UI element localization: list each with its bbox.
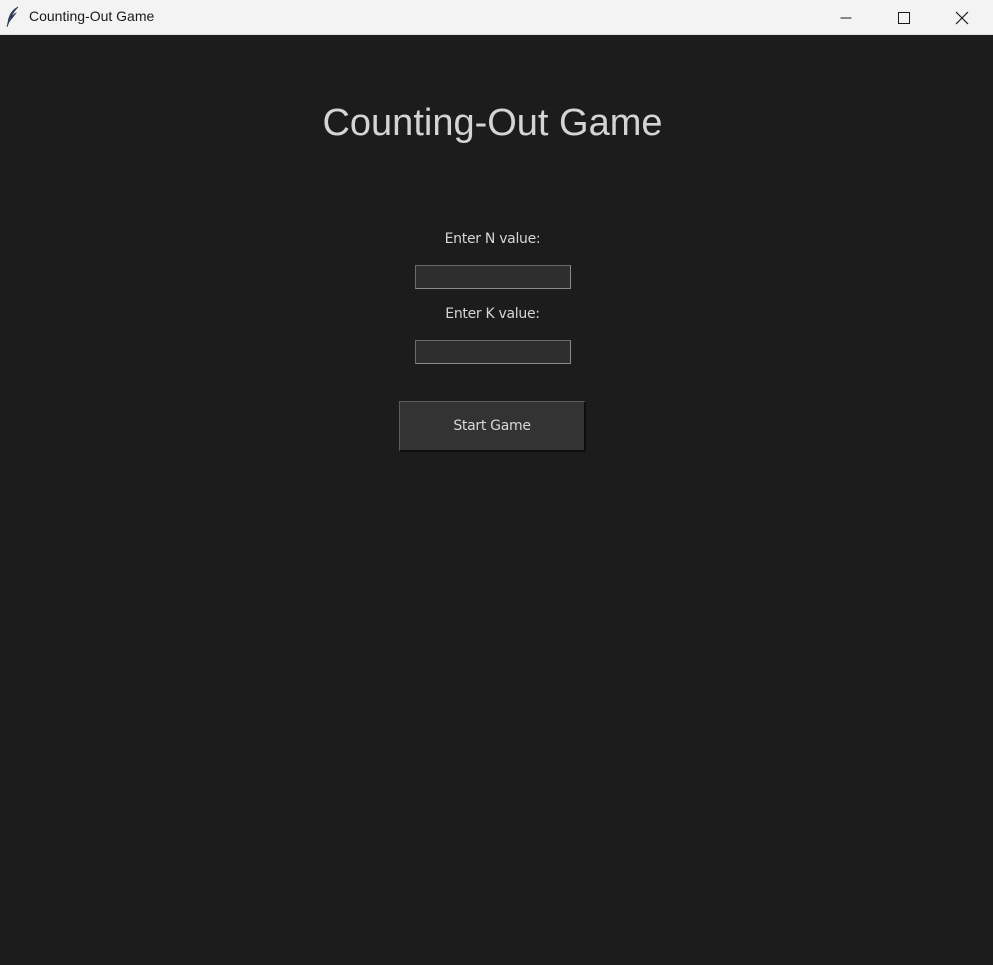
k-value-input[interactable]: [415, 340, 571, 364]
minimize-button[interactable]: [817, 0, 875, 35]
maximize-button[interactable]: [875, 0, 933, 35]
minimize-icon: [840, 17, 852, 18]
title-bar[interactable]: Counting-Out Game: [0, 0, 993, 35]
close-icon: [955, 11, 969, 24]
k-value-label: Enter K value:: [445, 306, 540, 322]
close-button[interactable]: [933, 0, 991, 35]
page-title: Counting-Out Game: [322, 102, 663, 144]
main-content: Counting-Out Game Enter N value: Enter K…: [0, 36, 993, 965]
start-game-button[interactable]: Start Game: [399, 401, 586, 452]
feather-icon: [6, 6, 19, 28]
app-window: Counting-Out Game Counting-Out Game Ente…: [0, 0, 993, 965]
n-value-label: Enter N value:: [444, 231, 541, 247]
window-title: Counting-Out Game: [29, 8, 155, 24]
n-value-input[interactable]: [415, 265, 571, 289]
maximize-icon: [898, 11, 910, 24]
